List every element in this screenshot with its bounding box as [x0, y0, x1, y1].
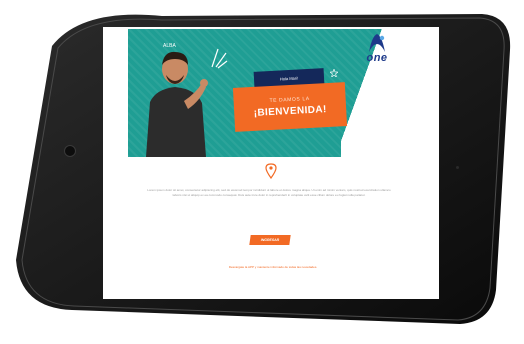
- location-pin-icon: [265, 163, 277, 179]
- brand-logo-icon: [369, 34, 385, 52]
- welcome-title: ¡BIENVENIDA!: [253, 104, 328, 119]
- welcome-paragraph: Lorem ipsum dolor sit amet, consectetur …: [147, 188, 391, 197]
- sensor-dot: [456, 166, 459, 169]
- welcome-tag: TE DAMOS LA ¡BIENVENIDA!: [232, 82, 348, 132]
- tablet-screen: ALBA Hola Mari! TE DAMOS LA ¡BIENVENIDA!…: [103, 27, 439, 299]
- enter-button[interactable]: INGRESAR: [249, 235, 291, 245]
- brand-logo: one: [353, 32, 401, 74]
- sparkle-icon: [211, 48, 228, 69]
- welcome-subtitle: TE DAMOS LA: [269, 95, 310, 105]
- tablet-device: ALBA Hola Mari! TE DAMOS LA ¡BIENVENIDA!…: [0, 0, 524, 344]
- brand-name: one: [366, 52, 388, 64]
- download-app-link[interactable]: Descargate la APP y mantente informado d…: [173, 265, 373, 269]
- greeting-text: Hola Mari!: [279, 75, 299, 81]
- person-image: [146, 51, 208, 157]
- star-icon: [330, 69, 338, 77]
- hero-banner: ALBA Hola Mari! TE DAMOS LA ¡BIENVENIDA!…: [128, 29, 411, 157]
- camera-icon: [64, 145, 76, 157]
